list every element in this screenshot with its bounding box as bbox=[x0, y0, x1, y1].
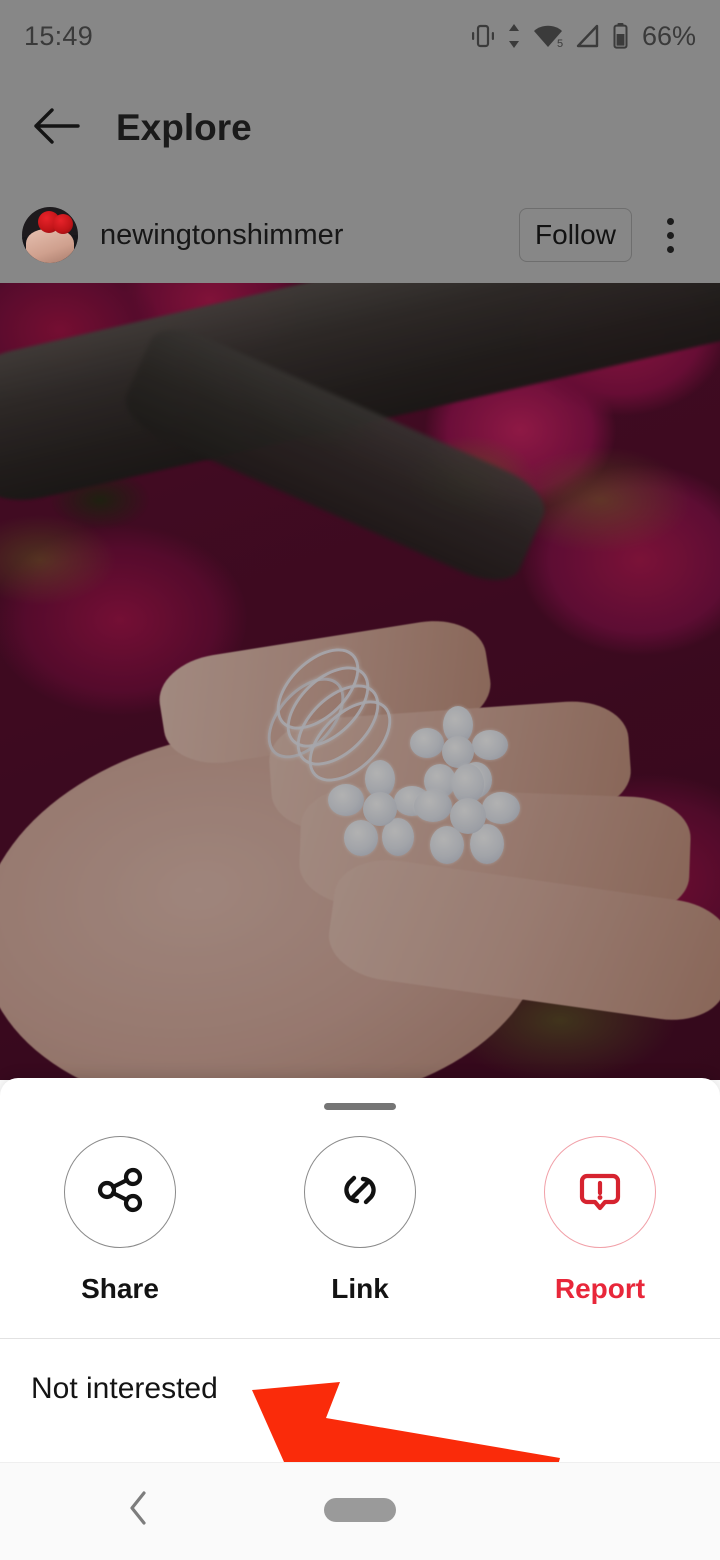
data-transfer-icon bbox=[507, 22, 521, 50]
report-icon bbox=[573, 1163, 627, 1222]
vibrate-icon bbox=[470, 22, 496, 50]
avatar-detail bbox=[53, 214, 73, 234]
follow-button-label: Follow bbox=[535, 219, 616, 250]
battery-icon bbox=[612, 22, 629, 50]
cellular-signal-icon bbox=[575, 22, 601, 50]
wifi-badge-label: 5 bbox=[557, 38, 563, 50]
wifi-icon: 5 bbox=[532, 22, 564, 50]
report-label: Report bbox=[554, 1273, 646, 1304]
sheet-actions-row: Share Link Report bbox=[0, 1136, 720, 1305]
status-bar-icons: 5 66% bbox=[470, 22, 696, 50]
link-button[interactable] bbox=[304, 1136, 416, 1248]
back-button[interactable] bbox=[8, 80, 104, 176]
drag-handle[interactable] bbox=[324, 1103, 396, 1110]
post-header: newingtonshimmer Follow bbox=[0, 190, 720, 280]
app-screen: 15:49 5 66% Explore newingtonshimmer Fol… bbox=[0, 0, 720, 1560]
share-icon bbox=[93, 1163, 147, 1222]
app-bar: Explore bbox=[0, 72, 720, 184]
status-bar: 15:49 5 66% bbox=[0, 0, 720, 72]
link-icon bbox=[333, 1163, 387, 1222]
follow-button[interactable]: Follow bbox=[519, 208, 632, 262]
share-button[interactable] bbox=[64, 1136, 176, 1248]
battery-percentage: 66% bbox=[641, 21, 696, 51]
report-button[interactable] bbox=[544, 1136, 656, 1248]
avatar[interactable] bbox=[22, 207, 78, 263]
chevron-left-icon bbox=[125, 1488, 153, 1533]
not-interested-item[interactable]: Not interested bbox=[0, 1339, 720, 1439]
page-title: Explore bbox=[116, 107, 252, 148]
link-label: Link bbox=[331, 1273, 389, 1304]
system-nav-bar bbox=[0, 1462, 720, 1560]
nav-back-button[interactable] bbox=[112, 1483, 166, 1537]
arrow-left-icon bbox=[30, 105, 82, 152]
share-action[interactable]: Share bbox=[0, 1136, 240, 1305]
link-action[interactable]: Link bbox=[240, 1136, 480, 1305]
more-vertical-icon[interactable] bbox=[642, 205, 698, 265]
report-action[interactable]: Report bbox=[480, 1136, 720, 1305]
username-label[interactable]: newingtonshimmer bbox=[100, 219, 519, 252]
share-label: Share bbox=[81, 1273, 159, 1304]
home-pill-icon[interactable] bbox=[324, 1498, 396, 1522]
avatar-detail bbox=[26, 229, 74, 263]
not-interested-label: Not interested bbox=[31, 1372, 218, 1405]
status-bar-clock: 15:49 bbox=[24, 20, 94, 51]
